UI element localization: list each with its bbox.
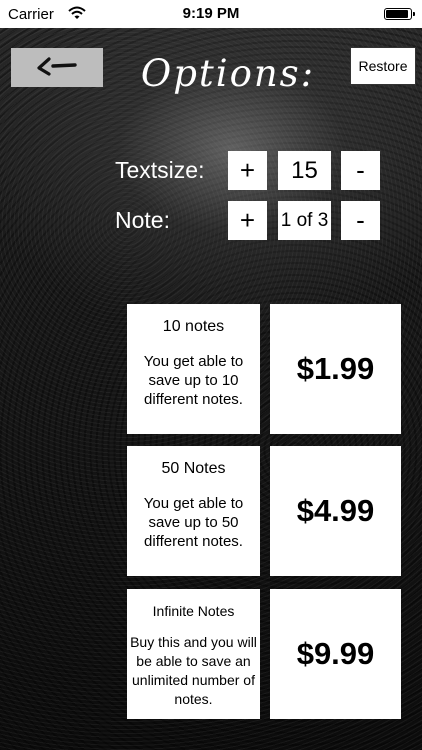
page-title: Options: [140,52,316,95]
textsize-increase-button[interactable]: + [228,151,267,190]
product-description: You get able to save up to 50 different … [143,495,244,550]
product-card-10-notes: 10 notes You get able to save up to 10 d… [127,304,260,434]
note-next-button[interactable]: + [228,201,267,240]
status-bar: Carrier 9:19 PM [0,0,422,28]
note-index-value: 1 of 3 [278,201,331,240]
product-description: Buy this and you will be able to save an… [130,634,257,707]
back-button[interactable] [11,48,103,87]
status-time: 9:19 PM [182,5,240,22]
product-description: You get able to save up to 10 different … [143,353,244,408]
buy-10-notes-button[interactable]: $1.99 [270,304,401,434]
product-title: Infinite Notes [152,603,235,619]
product-title: 10 notes [162,318,225,335]
buy-50-notes-button[interactable]: $4.99 [270,446,401,576]
note-label: Note: [115,207,170,233]
restore-button[interactable]: Restore [350,47,416,85]
note-previous-button[interactable]: - [341,201,380,240]
battery-icon [384,8,415,20]
back-arrow-icon [35,55,79,80]
textsize-decrease-button[interactable]: - [341,151,380,190]
product-card-50-notes: 50 Notes You get able to save up to 50 d… [127,446,260,576]
textsize-value: 15 [278,151,331,190]
product-title: 50 Notes [161,460,226,477]
textsize-label: Textsize: [115,157,205,183]
product-card-infinite-notes: Infinite Notes Buy this and you will be … [127,589,260,719]
buy-infinite-notes-button[interactable]: $9.99 [270,589,401,719]
